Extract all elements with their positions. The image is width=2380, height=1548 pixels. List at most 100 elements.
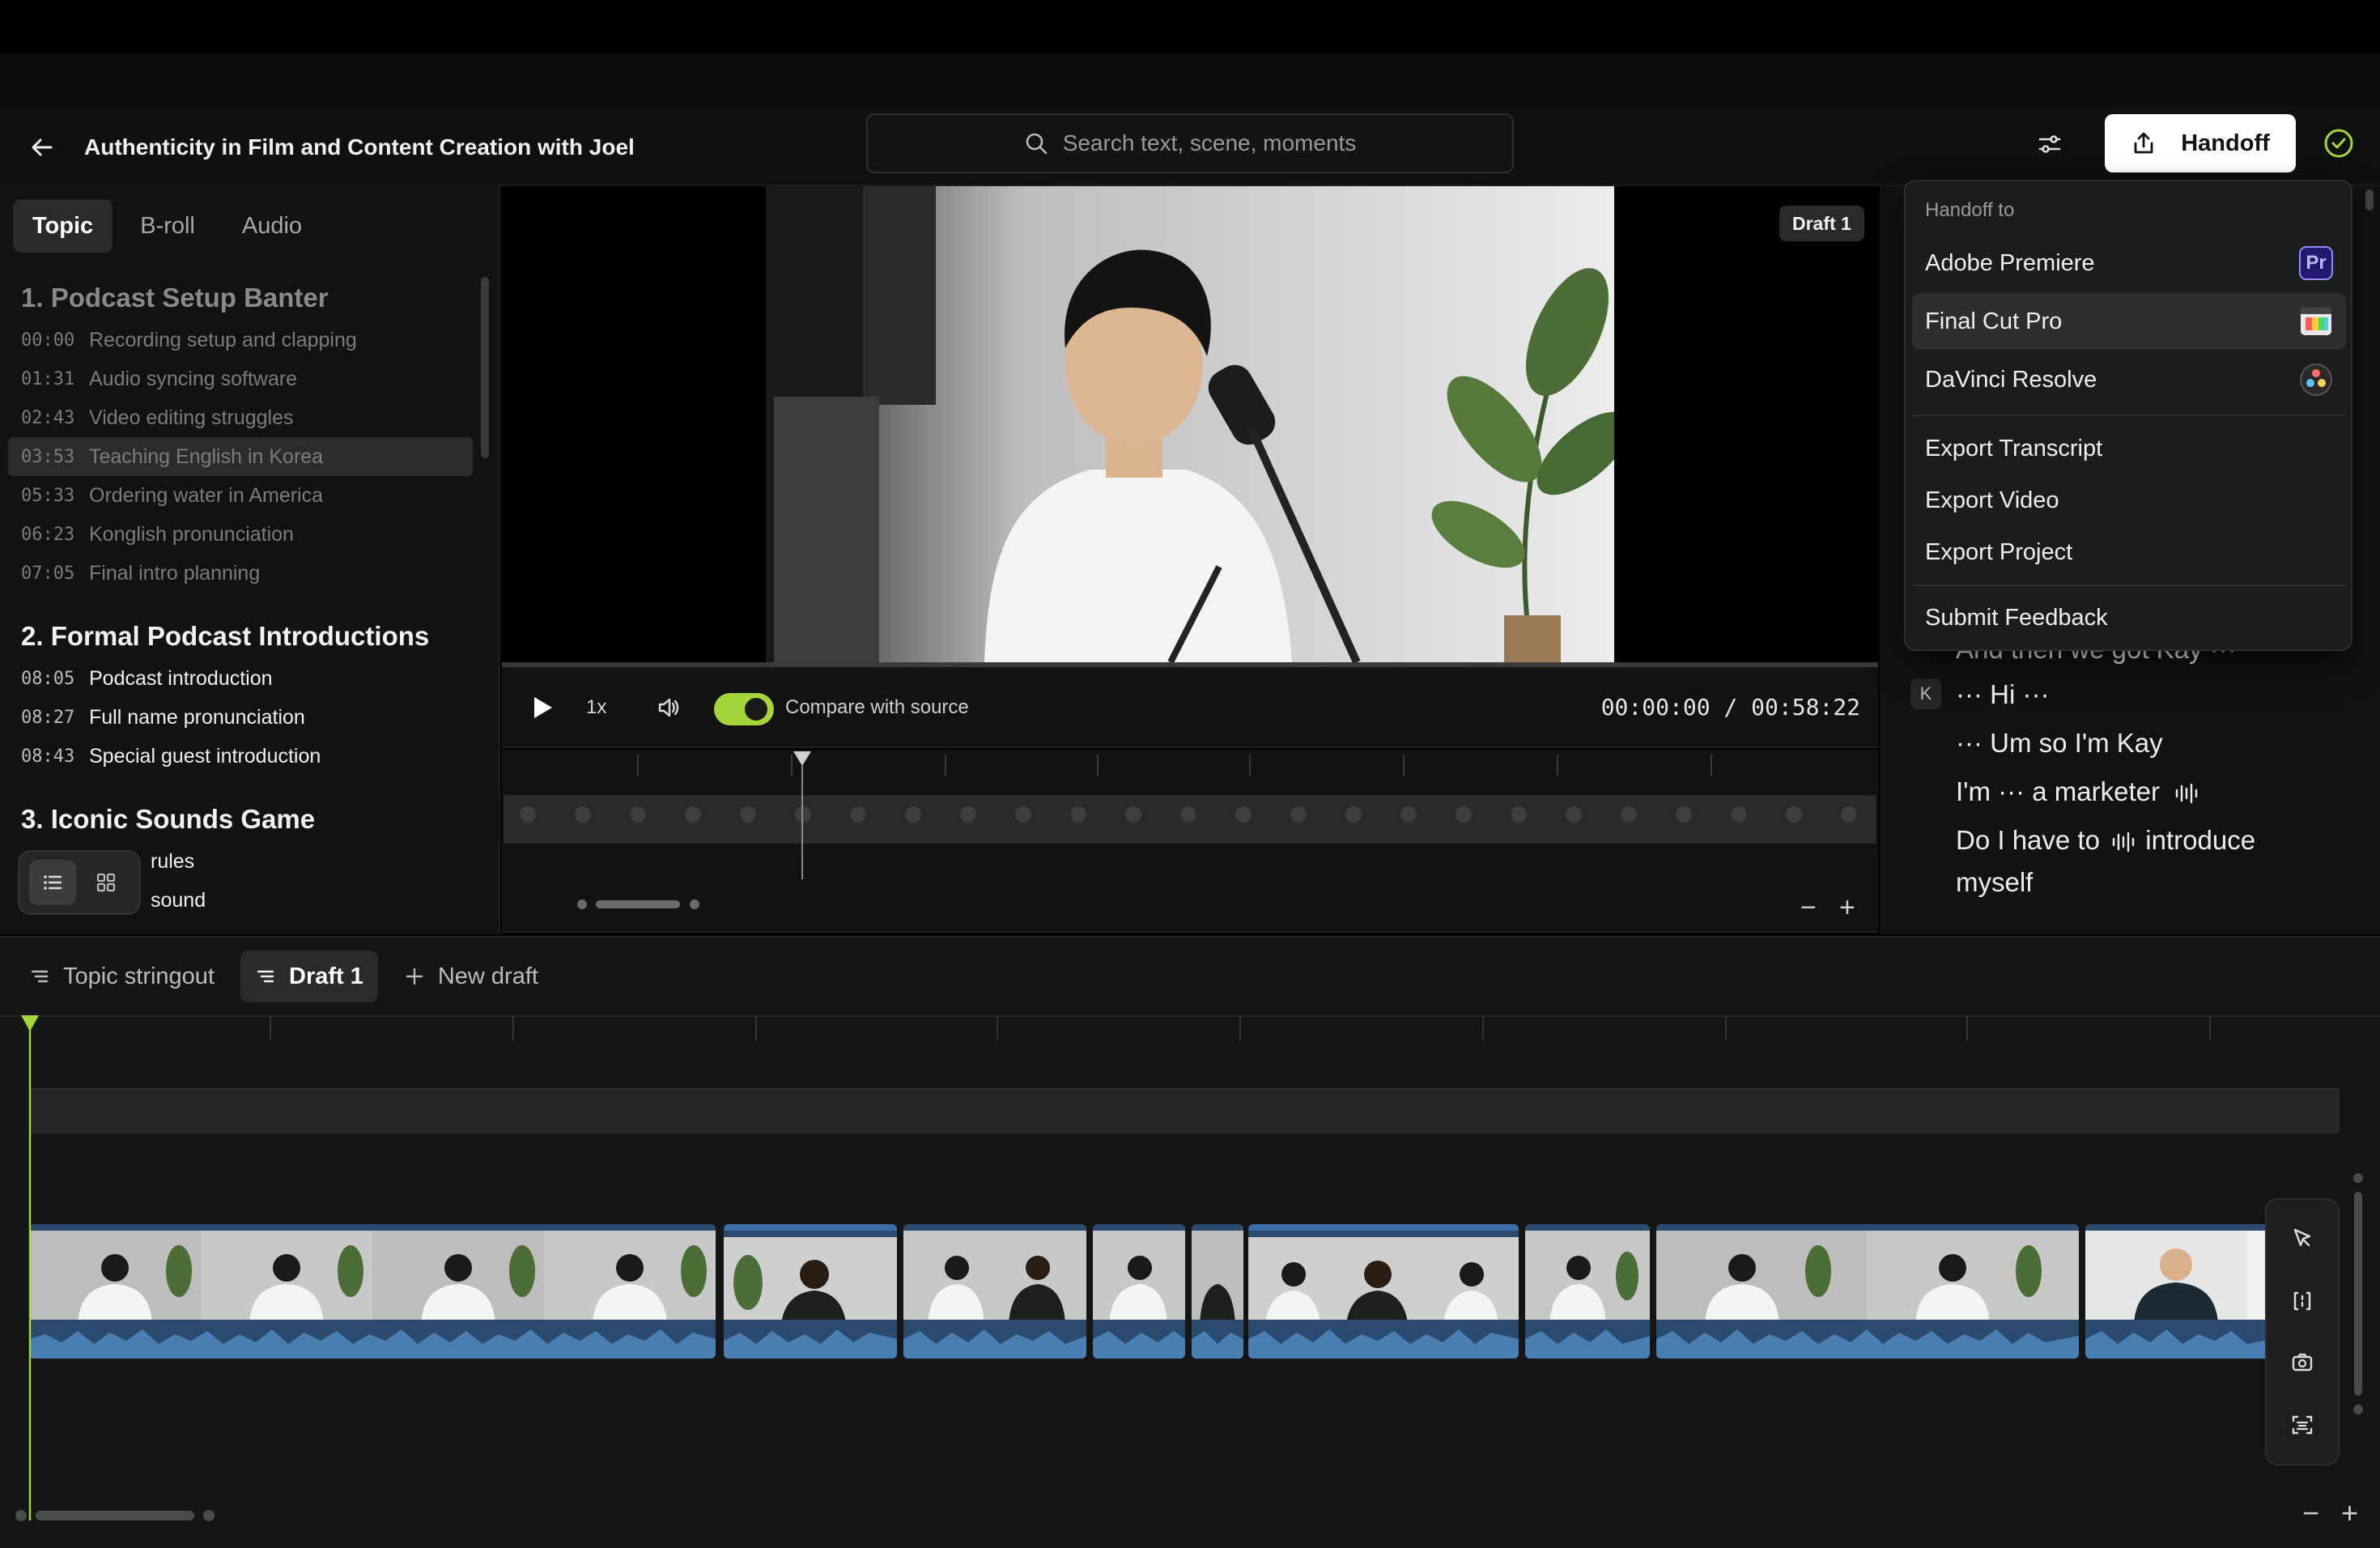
topic-item[interactable]: 05:33 Ordering water in America	[8, 476, 473, 515]
list-view-icon[interactable]	[29, 860, 76, 905]
topic-time: 06:23	[21, 524, 75, 545]
topic-item-selected[interactable]: 03:53 Teaching English in Korea	[8, 437, 473, 476]
timeline-horizontal-scrollbar[interactable]	[15, 1509, 225, 1522]
topic-time: 03:53	[21, 446, 75, 467]
menu-item-export-video[interactable]: Export Video	[1912, 474, 2346, 526]
handoff-menu: Handoff to Adobe Premiere Pr Final Cut P…	[1904, 180, 2352, 651]
sync-check-icon[interactable]	[2320, 125, 2357, 162]
zoom-in-icon[interactable]: +	[1839, 892, 1855, 924]
timeline-clip[interactable]	[1093, 1224, 1185, 1359]
captions-icon[interactable]	[2281, 1404, 2323, 1446]
menu-item-export-project[interactable]: Export Project	[1912, 526, 2346, 578]
timeline-vertical-scrollbar[interactable]	[2352, 1172, 2364, 1415]
transcript-line[interactable]: ··· Um so I'm Kay	[1956, 722, 2163, 764]
topic-item[interactable]: 07:05 Final intro planning	[8, 554, 473, 593]
window-titlebar	[0, 53, 2380, 105]
timeline-clip[interactable]	[2085, 1224, 2288, 1359]
timeline-zoom-in-icon[interactable]: +	[2341, 1496, 2358, 1530]
search-icon	[1024, 131, 1048, 155]
transcript-scrollbar[interactable]	[2365, 189, 2374, 211]
transcript-line[interactable]: Do I have to introduce	[1956, 819, 2255, 861]
back-arrow-icon[interactable]	[24, 130, 60, 165]
preview-zoom-controls: − +	[502, 879, 1878, 933]
play-icon[interactable]	[526, 691, 559, 724]
topic-label: Ordering water in America	[89, 483, 324, 507]
tab-audio[interactable]: Audio	[223, 199, 321, 253]
topic-item[interactable]: 01:31 Audio syncing software	[8, 359, 473, 398]
draft-badge: Draft 1	[1779, 206, 1864, 241]
menu-item-export-transcript[interactable]: Export Transcript	[1912, 423, 2346, 474]
timeline-clip-selected[interactable]	[1248, 1224, 1519, 1359]
topic-label: sound	[151, 888, 206, 912]
timeline-clip[interactable]	[1656, 1224, 2079, 1359]
mini-scrollbar[interactable]	[576, 899, 722, 910]
scrub-playhead[interactable]	[792, 750, 813, 879]
section-title[interactable]: 3. Iconic Sounds Game	[8, 797, 473, 842]
timecode: 00:00:00 / 00:58:22	[1600, 694, 1860, 721]
menu-separator	[1912, 585, 2346, 586]
topic-item[interactable]: 08:43 Special guest introduction	[8, 737, 473, 776]
topic-item[interactable]: 06:23 Konglish pronunciation	[8, 515, 473, 554]
grid-view-icon[interactable]	[83, 860, 130, 905]
tab-draft-1[interactable]: Draft 1	[240, 950, 378, 1002]
topic-label: Konglish pronunciation	[89, 522, 294, 546]
speaker-avatar[interactable]: K	[1910, 678, 1941, 709]
timeline-clip[interactable]	[29, 1224, 716, 1359]
timeline-clip-selected[interactable]	[724, 1224, 897, 1359]
scrub-bar[interactable]	[502, 750, 1878, 879]
topic-panel: Topic B-roll Audio 1. Podcast Setup Bant…	[0, 186, 500, 934]
trim-icon[interactable]	[2281, 1280, 2323, 1322]
tab-b-roll[interactable]: B-roll	[121, 199, 215, 253]
replace-media-icon[interactable]	[2281, 1342, 2323, 1384]
search-placeholder: Search text, scene, moments	[1062, 130, 1357, 155]
topic-item[interactable]: 08:05 Podcast introduction	[8, 659, 473, 698]
premiere-icon: Pr	[2299, 246, 2333, 280]
topic-item[interactable]: 00:00 Recording setup and clapping	[8, 321, 473, 359]
sliders-icon[interactable]	[2030, 125, 2069, 164]
section-title[interactable]: 2. Formal Podcast Introductions	[8, 614, 473, 659]
select-cursor-icon[interactable]	[2281, 1218, 2323, 1260]
timeline-zoom-out-icon[interactable]: −	[2302, 1496, 2319, 1530]
topic-label: Recording setup and clapping	[89, 328, 357, 351]
pause-waveform-icon	[2110, 830, 2135, 854]
timeline-clip[interactable]	[1192, 1224, 1243, 1359]
timeline-clip[interactable]	[1525, 1224, 1650, 1359]
zoom-out-icon[interactable]: −	[1800, 892, 1817, 924]
topic-label: Teaching English in Korea	[89, 444, 324, 468]
playback-speed[interactable]: 1x	[586, 691, 606, 724]
new-draft-button[interactable]: New draft	[389, 950, 553, 1002]
topic-list: 1. Podcast Setup Banter 00:00 Recording s…	[8, 275, 473, 920]
timeline-playhead[interactable]	[19, 1014, 40, 1520]
search-input[interactable]: Search text, scene, moments	[866, 113, 1514, 173]
compare-toggle[interactable]	[714, 693, 774, 725]
topic-item[interactable]: 02:43 Video editing struggles	[8, 398, 473, 437]
menu-item-submit-feedback[interactable]: Submit Feedback	[1912, 591, 2346, 644]
transcript-line[interactable]: myself	[1956, 861, 2033, 904]
menu-separator	[1912, 415, 2346, 416]
topic-label: Full name pronunciation	[89, 705, 305, 729]
empty-track[interactable]	[29, 1088, 2340, 1133]
transcript-text: Do I have to	[1956, 825, 2100, 855]
topic-time: 05:33	[21, 485, 75, 506]
topic-label: Special guest introduction	[89, 744, 321, 768]
transcript-line[interactable]: ··· Hi ···	[1956, 674, 2049, 716]
menu-item-adobe-premiere[interactable]: Adobe Premiere Pr	[1912, 235, 2346, 291]
menu-item-label: Adobe Premiere	[1925, 249, 2095, 276]
handoff-button[interactable]: Handoff	[2105, 114, 2296, 172]
topic-time: 01:31	[21, 368, 75, 389]
tab-topic[interactable]: Topic	[13, 199, 113, 253]
menu-item-final-cut-pro[interactable]: Final Cut Pro	[1912, 293, 2346, 350]
tab-topic-stringout[interactable]: Topic stringout	[15, 950, 229, 1002]
volume-icon[interactable]	[652, 691, 685, 724]
menu-item-davinci-resolve[interactable]: DaVinci Resolve	[1912, 351, 2346, 408]
topic-time: 08:43	[21, 746, 75, 767]
stringout-icon	[255, 966, 276, 987]
video-frame[interactable]	[766, 186, 1614, 662]
topic-item[interactable]: 08:27 Full name pronunciation	[8, 698, 473, 737]
timeline-clip[interactable]	[903, 1224, 1086, 1359]
playback-controls: 1x Compare with source 00:00:00 / 00:58:…	[502, 667, 1878, 748]
transcript-line[interactable]: I'm ··· a marketer	[1956, 771, 2198, 813]
left-scrollbar[interactable]	[481, 277, 489, 458]
scrub-thumbnail-strip[interactable]	[504, 795, 1876, 844]
section-title[interactable]: 1. Podcast Setup Banter	[8, 275, 473, 321]
